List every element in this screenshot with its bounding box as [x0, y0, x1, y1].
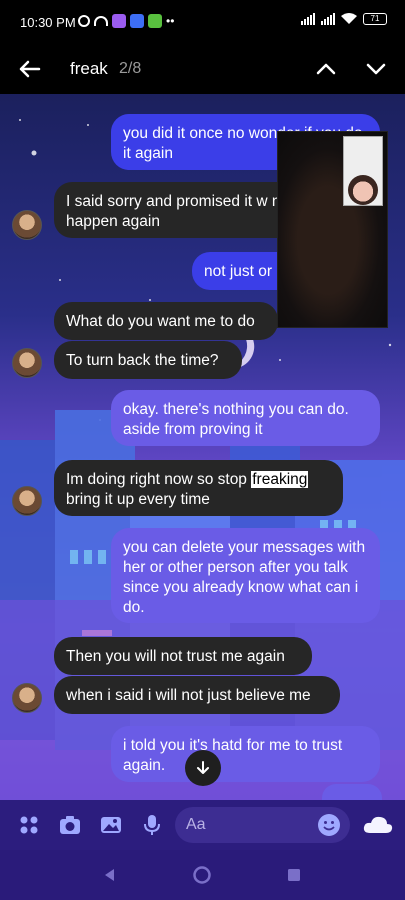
scroll-to-bottom-button[interactable]	[185, 750, 221, 786]
message-text: when i said i will not just believe me	[66, 687, 311, 704]
back-triangle-icon[interactable]	[100, 865, 120, 885]
message-text-prefix: Im doing right now so stop	[66, 471, 252, 488]
message-input-placeholder: Aa	[186, 816, 206, 833]
avatar[interactable]	[12, 348, 42, 378]
chevron-down-icon[interactable]	[364, 57, 388, 81]
message-text: okay. there's nothing you can do. aside …	[123, 401, 349, 438]
self-view-video[interactable]	[343, 136, 383, 206]
message-text: To turn back the time?	[66, 352, 219, 369]
back-arrow-icon[interactable]	[16, 56, 42, 82]
message-incoming[interactable]: Then you will not trust me again	[54, 637, 312, 675]
avatar[interactable]	[12, 486, 42, 516]
message-text: Then you will not trust me again	[66, 648, 285, 665]
message-text: What do you want me to do	[66, 313, 255, 330]
message-outgoing[interactable]: okay. there's nothing you can do. aside …	[111, 390, 380, 446]
status-right: 71	[301, 13, 387, 25]
avatar[interactable]	[12, 683, 42, 713]
status-bar: 10:30 PM •• 71	[0, 0, 405, 44]
message-outgoing[interactable]: you can delete your messages with her or…	[111, 528, 380, 623]
headphones-icon	[94, 16, 108, 26]
message-text: i told you it's hatd for me to trust aga…	[123, 737, 343, 774]
signal-icon	[301, 13, 315, 25]
arrow-down-icon	[197, 761, 209, 774]
four-dots-icon[interactable]	[16, 812, 42, 838]
messenger-icon	[130, 14, 144, 28]
battery-icon: 71	[363, 13, 387, 25]
emoji-icon[interactable]	[317, 813, 341, 837]
message-text-suffix: bring it up every time	[66, 491, 210, 508]
signal-icon	[321, 13, 335, 25]
notification-icons: ••	[78, 14, 174, 28]
battery-level: 71	[370, 14, 380, 23]
more-dots-icon: ••	[166, 14, 175, 28]
messenger-icon	[112, 14, 126, 28]
message-input[interactable]: Aa	[175, 807, 350, 843]
message-incoming[interactable]: when i said i will not just believe me	[54, 676, 340, 714]
chevron-up-icon[interactable]	[314, 57, 338, 81]
message-incoming[interactable]: Im doing right now so stop freaking brin…	[54, 460, 343, 516]
message-text: you can delete your messages with her or…	[123, 539, 366, 616]
recents-square-icon[interactable]	[284, 865, 304, 885]
message-composer: Aa	[0, 800, 405, 850]
self-view-face	[348, 175, 378, 205]
message-incoming[interactable]: What do you want me to do	[54, 302, 278, 340]
microphone-icon[interactable]	[139, 812, 165, 838]
cloud-icon[interactable]	[362, 812, 394, 838]
avatar[interactable]	[12, 210, 42, 240]
video-call-overlay[interactable]	[277, 131, 388, 328]
system-navigation-bar	[0, 850, 405, 900]
message-incoming[interactable]: To turn back the time?	[54, 341, 242, 379]
search-header: freak 2/8	[0, 44, 405, 94]
camera-icon[interactable]	[57, 812, 83, 838]
search-term: freak	[70, 59, 108, 78]
download-icon	[148, 14, 162, 28]
wifi-icon	[341, 13, 357, 24]
gallery-icon[interactable]	[98, 812, 124, 838]
match-counter: 2/8	[119, 60, 142, 77]
home-circle-icon[interactable]	[192, 865, 212, 885]
status-time: 10:30 PM	[20, 15, 76, 30]
alarm-icon	[78, 15, 90, 27]
message-text: not just or	[204, 263, 273, 280]
message-outgoing[interactable]: i told you it's hatd for me to trust aga…	[111, 726, 380, 782]
message-text: I said sorry and promised it w never hap…	[66, 193, 311, 230]
search-highlight: freaking	[251, 471, 309, 488]
